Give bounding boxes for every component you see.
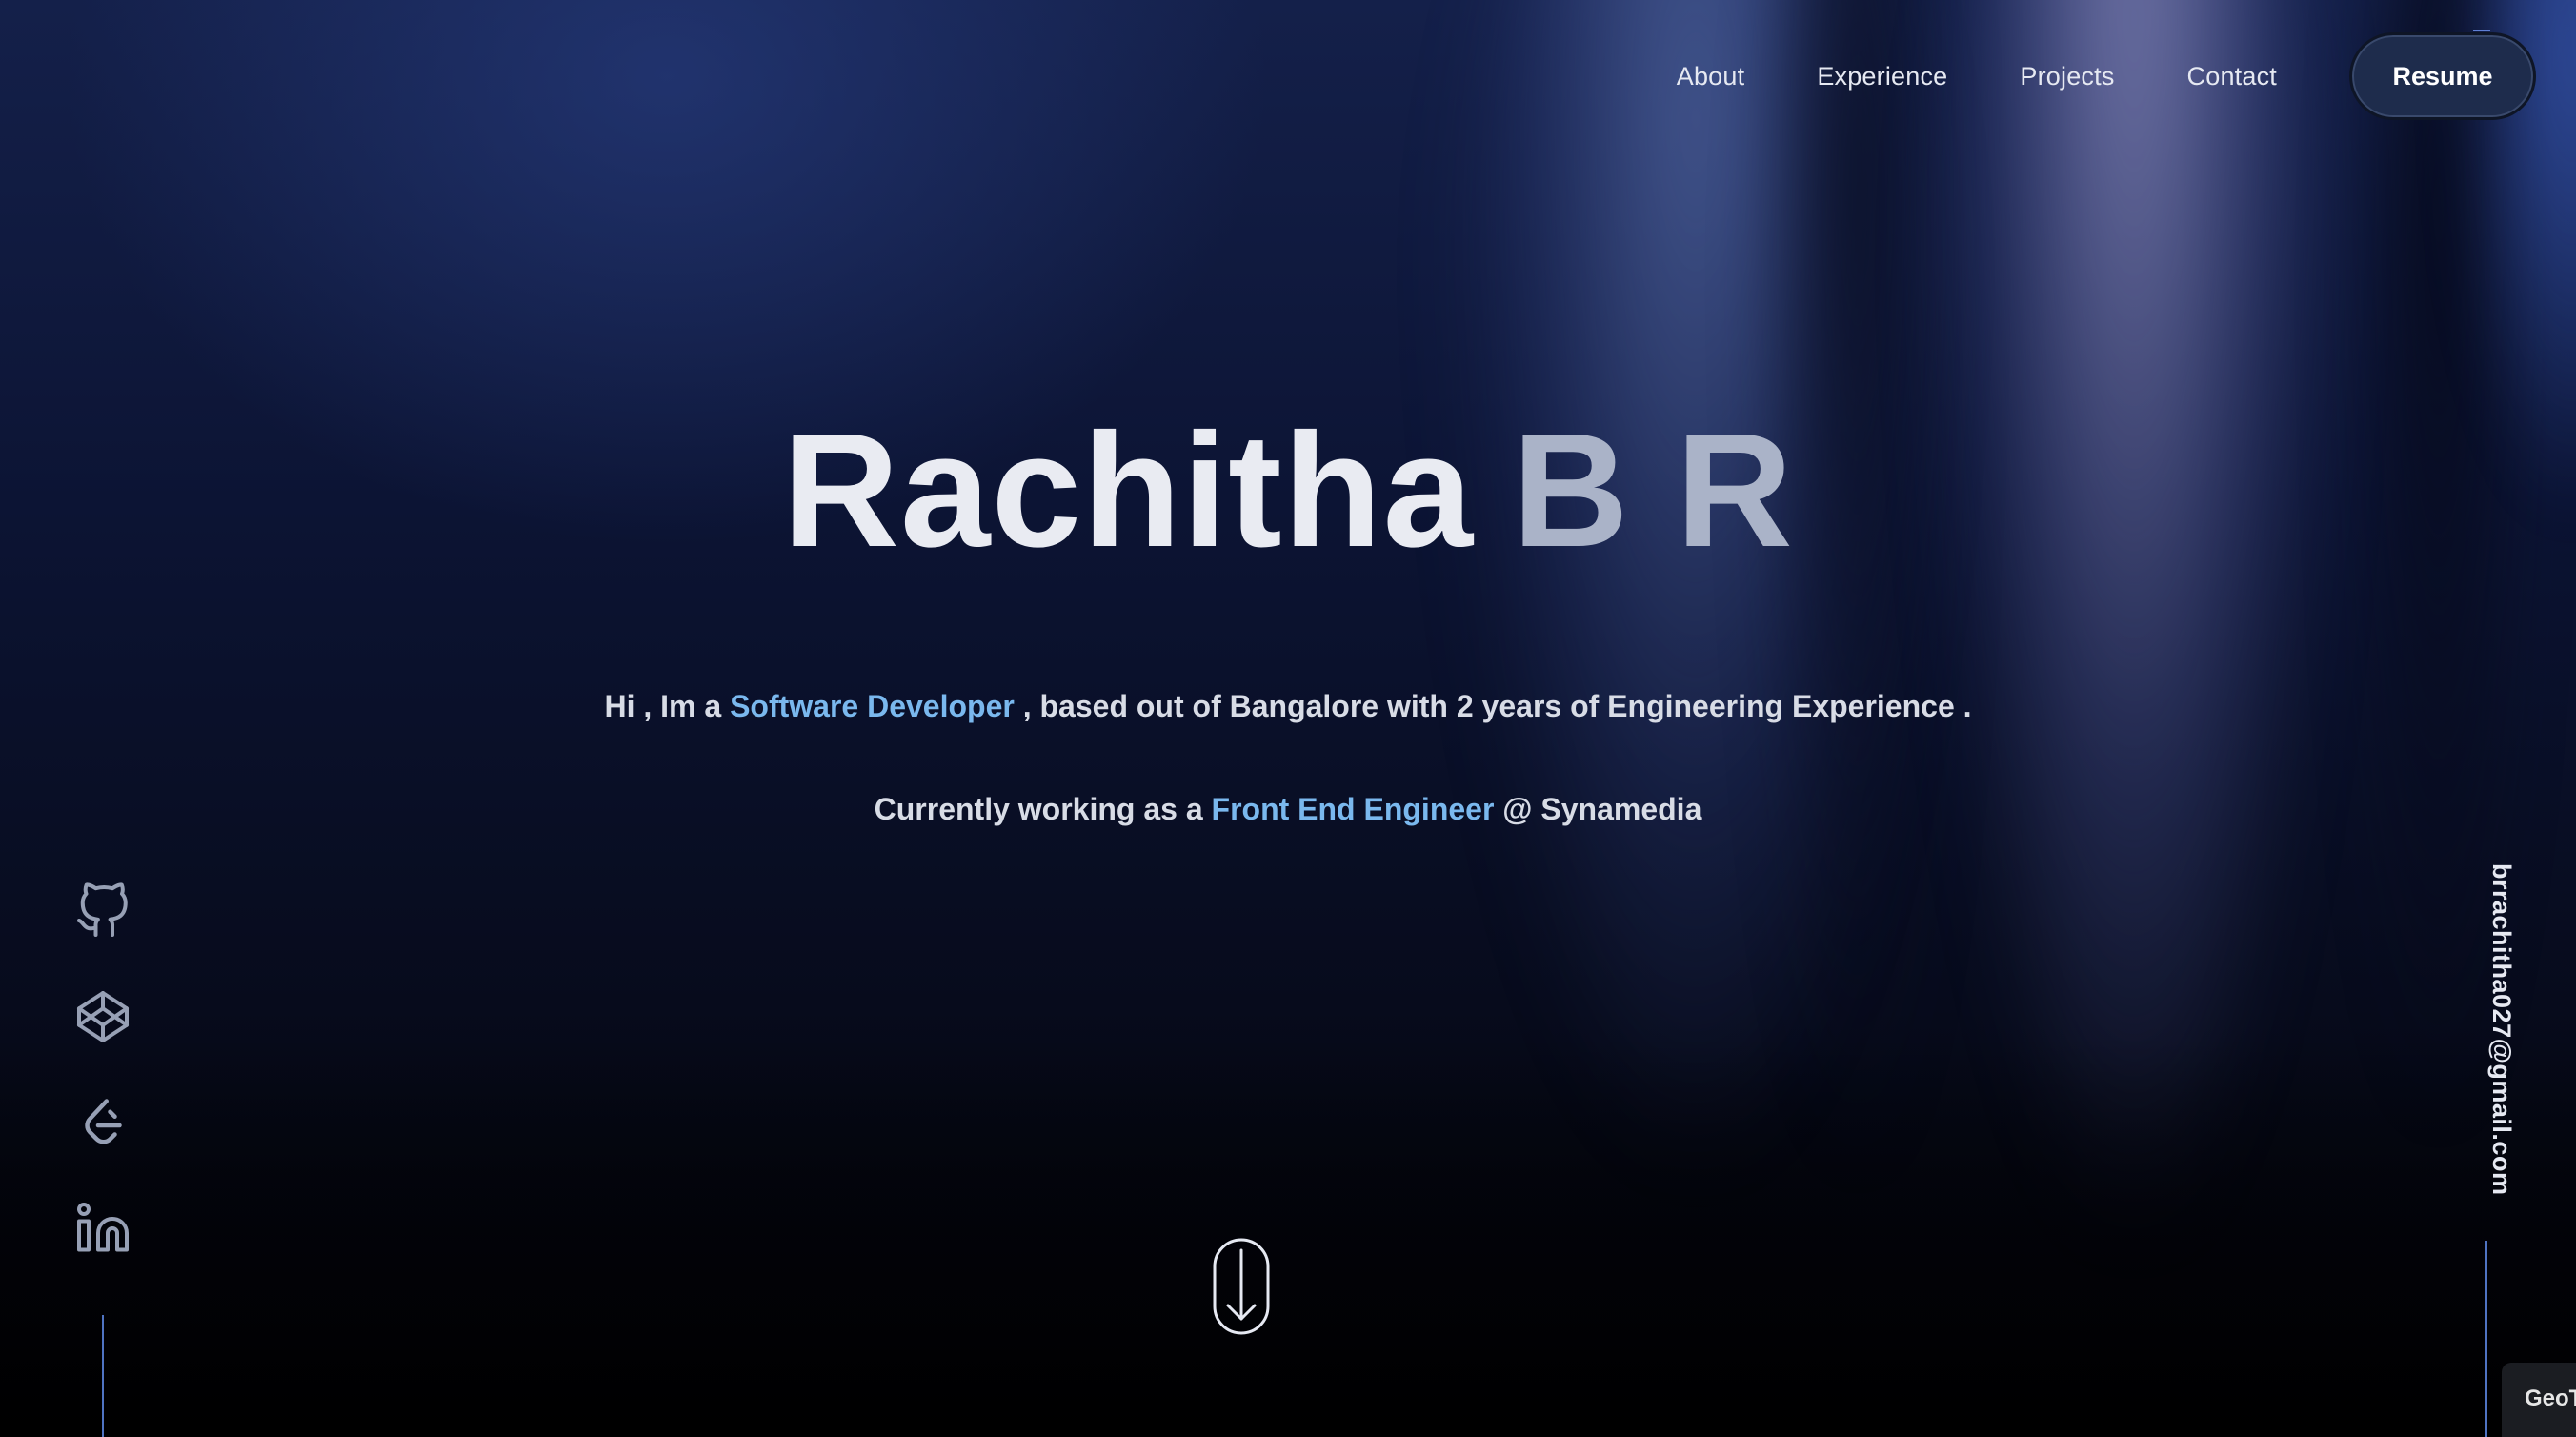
resume-button[interactable]: Resume bbox=[2349, 32, 2536, 120]
github-icon[interactable] bbox=[74, 882, 131, 940]
light-glow bbox=[1934, 0, 2334, 1239]
left-vertical-line bbox=[102, 1315, 104, 1437]
intro-line-1-suffix: , based out of Bangalore with 2 years of… bbox=[1014, 689, 1972, 723]
intro-line-2: Currently working as a Front End Enginee… bbox=[0, 792, 2576, 827]
email-link[interactable]: brrachitha027@gmail.com bbox=[2486, 863, 2516, 1195]
job-title-highlight: Front End Engineer bbox=[1211, 792, 1495, 826]
social-links bbox=[74, 882, 131, 1305]
nav-projects-link[interactable]: Projects bbox=[2020, 62, 2114, 91]
shadow-fold bbox=[1753, 0, 1962, 1191]
top-accent-dash bbox=[2473, 30, 2490, 31]
top-nav: About Experience Projects Contact Resume bbox=[1677, 32, 2536, 120]
intro-line-1-prefix: Hi , Im a bbox=[604, 689, 731, 723]
geo-tab[interactable]: GeoT bbox=[2502, 1363, 2576, 1437]
portfolio-page: About Experience Projects Contact Resume… bbox=[0, 0, 2576, 1437]
nav-about-link[interactable]: About bbox=[1677, 62, 1745, 91]
codepen-icon[interactable] bbox=[74, 988, 131, 1045]
bottom-fade bbox=[0, 1037, 2576, 1437]
nav-experience-link[interactable]: Experience bbox=[1817, 62, 1947, 91]
leetcode-icon[interactable] bbox=[74, 1094, 131, 1151]
light-glow bbox=[1448, 0, 1943, 1191]
hero-first-name: Rachitha bbox=[782, 400, 1475, 581]
nav-contact-link[interactable]: Contact bbox=[2187, 62, 2277, 91]
intro-line-1: Hi , Im a Software Developer , based out… bbox=[0, 689, 2576, 724]
right-vertical-line bbox=[2485, 1241, 2487, 1437]
intro-line-2-suffix: @ Synamedia bbox=[1494, 792, 1702, 826]
role-highlight: Software Developer bbox=[730, 689, 1015, 723]
linkedin-icon[interactable] bbox=[74, 1200, 131, 1257]
intro-line-2-prefix: Currently working as a bbox=[874, 792, 1212, 826]
hero-name: Rachitha B R bbox=[0, 410, 2576, 572]
hero-last-name: B R bbox=[1512, 400, 1794, 581]
scroll-down-arrow-icon[interactable] bbox=[1212, 1237, 1271, 1336]
